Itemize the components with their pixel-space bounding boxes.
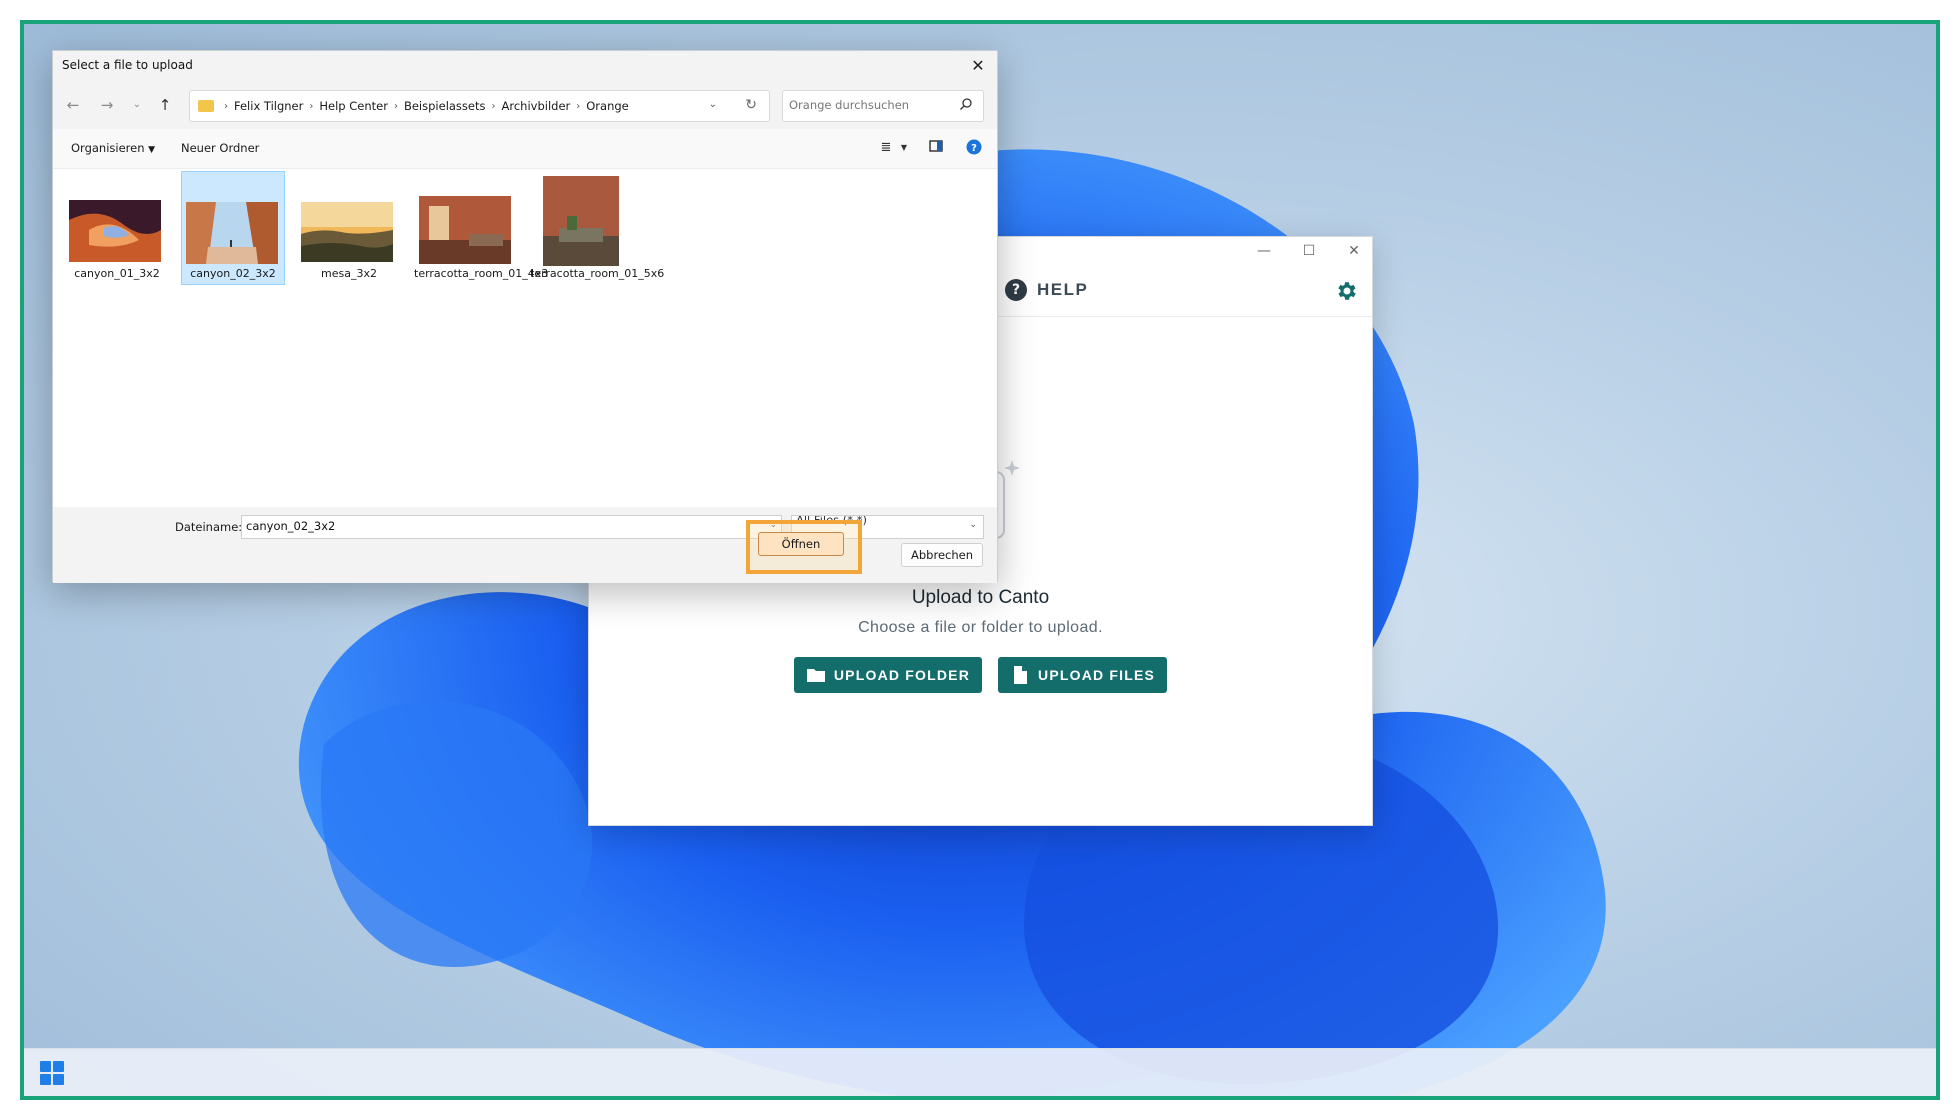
filename-label: Dateiname: [175, 520, 243, 534]
view-options-icon[interactable]: ≣ [877, 139, 895, 157]
image-thumbnail [301, 202, 393, 262]
refresh-icon[interactable]: ↻ [745, 97, 757, 113]
gear-icon[interactable] [1334, 279, 1358, 303]
file-dialog: Select a file to upload ✕ ← → ⌄ ↑ › Feli… [52, 50, 998, 583]
organize-label: Organisieren [71, 141, 145, 155]
breadcrumb-item[interactable]: Help Center [319, 99, 388, 113]
minimize-icon[interactable]: — [1249, 241, 1279, 261]
upload-folder-button[interactable]: UPLOAD FOLDER [793, 657, 983, 693]
file-name: canyon_02_3x2 [190, 267, 276, 280]
help-icon[interactable]: ? [965, 139, 983, 157]
image-thumbnail [186, 202, 278, 264]
chevron-down-icon: ⌄ [969, 520, 977, 530]
breadcrumb-item[interactable]: Archivbilder [502, 99, 571, 113]
file-icon [1014, 666, 1028, 684]
screenshot-frame: — ☐ ✕ ? HELP Upload to Canto Choose a fi… [20, 20, 1940, 1100]
forward-arrow-icon[interactable]: → [97, 95, 117, 115]
dialog-titlebar: Select a file to upload ✕ [53, 51, 997, 81]
upload-buttons: UPLOAD FOLDER UPLOAD FILES [589, 657, 1372, 693]
filename-field: ⌄ [241, 515, 782, 539]
folder-icon [806, 669, 825, 682]
file-item[interactable]: mesa_3x2 [297, 171, 401, 285]
open-button[interactable]: Öffnen [758, 532, 844, 556]
taskbar [24, 1048, 1936, 1096]
caret-down-icon[interactable]: ▼ [895, 139, 913, 157]
svg-text:?: ? [971, 143, 977, 154]
cancel-button[interactable]: Abbrechen [901, 543, 983, 567]
breadcrumb: › Felix Tilgner › Help Center › Beispiel… [224, 99, 629, 113]
desktop: — ☐ ✕ ? HELP Upload to Canto Choose a fi… [24, 24, 1936, 1096]
image-thumbnail [543, 176, 619, 266]
file-name: mesa_3x2 [321, 267, 377, 280]
recent-chevron-icon[interactable]: ⌄ [127, 95, 147, 115]
search-box [782, 90, 984, 122]
preview-pane-icon[interactable] [927, 139, 945, 157]
breadcrumb-item[interactable]: Felix Tilgner [234, 99, 303, 113]
help-circle-icon: ? [1005, 279, 1027, 301]
file-item[interactable]: canyon_01_3x2 [65, 171, 169, 285]
upload-title: Upload to Canto [911, 587, 1050, 608]
file-item[interactable]: terracotta_room_01_4x3 [413, 171, 549, 285]
open-button-highlight: Öffnen [746, 520, 862, 574]
back-arrow-icon[interactable]: ← [63, 95, 83, 115]
address-bar[interactable]: › Felix Tilgner › Help Center › Beispiel… [189, 90, 770, 122]
upload-folder-label: UPLOAD FOLDER [833, 667, 971, 683]
file-name: canyon_01_3x2 [74, 267, 160, 280]
file-name: terracotta_room_01_4x3 [414, 267, 549, 280]
organize-menu[interactable]: Organisieren ▼ [71, 141, 155, 155]
filename-input[interactable] [246, 519, 746, 533]
image-thumbnail [69, 200, 161, 262]
caret-down-icon: ▼ [148, 145, 156, 155]
search-input[interactable] [789, 98, 949, 112]
windows-start-icon[interactable] [40, 1061, 64, 1085]
close-icon[interactable]: ✕ [1339, 241, 1369, 261]
close-icon[interactable]: ✕ [967, 55, 989, 77]
upload-files-label: UPLOAD FILES [1038, 667, 1156, 683]
file-name: terracotta_room_01_5x6 [530, 267, 665, 280]
chevron-down-icon[interactable]: ⌄ [709, 99, 717, 110]
upload-subtitle: Choose a file or folder to upload. [858, 619, 1103, 636]
search-icon[interactable] [959, 97, 973, 111]
dialog-title: Select a file to upload [62, 58, 193, 72]
file-list: canyon_01_3x2 canyon_02_3x2 mesa_3x2 ter… [53, 169, 997, 507]
breadcrumb-item[interactable]: Orange [586, 99, 629, 113]
file-item[interactable]: terracotta_room_01_5x6 [529, 171, 665, 285]
file-item-selected[interactable]: canyon_02_3x2 [181, 171, 285, 285]
breadcrumb-item[interactable]: Beispielassets [404, 99, 486, 113]
help-label: HELP [1037, 280, 1089, 299]
upload-files-button[interactable]: UPLOAD FILES [998, 657, 1168, 693]
image-thumbnail [419, 196, 511, 264]
command-bar: Organisieren ▼ Neuer Ordner ≣ ▼ ? [53, 129, 997, 169]
help-link[interactable]: ? HELP [1005, 279, 1088, 301]
maximize-icon[interactable]: ☐ [1294, 241, 1324, 261]
new-folder-button[interactable]: Neuer Ordner [181, 141, 259, 155]
dialog-navbar: ← → ⌄ ↑ › Felix Tilgner › Help Center › … [53, 81, 997, 129]
folder-icon [198, 100, 214, 112]
up-arrow-icon[interactable]: ↑ [155, 95, 175, 115]
